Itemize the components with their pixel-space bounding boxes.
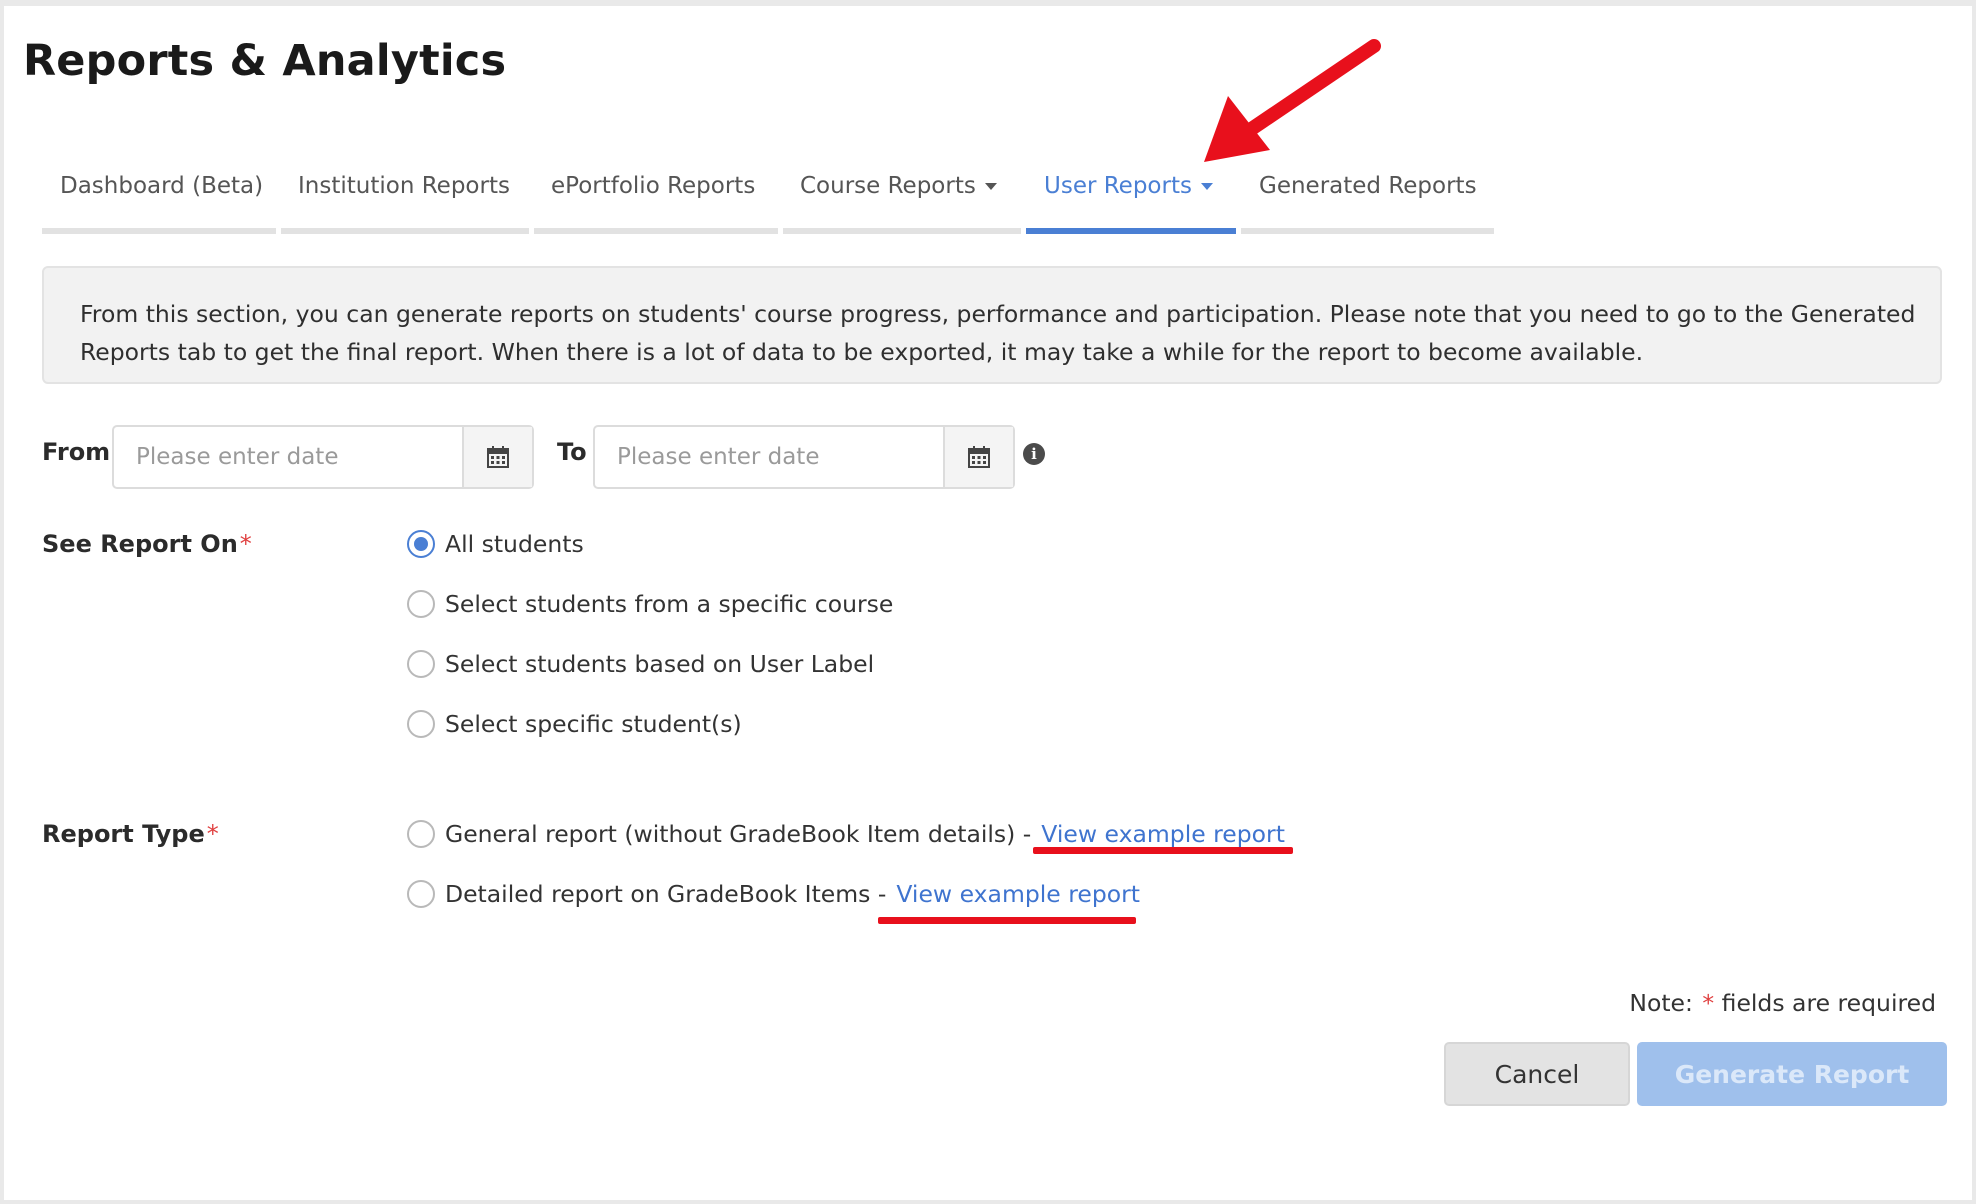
tab-label: ePortfolio Reports [551, 173, 756, 199]
radio-label: General report (without GradeBook Item d… [445, 820, 1032, 848]
required-mark: * [206, 820, 219, 848]
see-report-on-text: See Report On [42, 530, 238, 558]
tab-label-wrap: User Reports [1044, 173, 1213, 199]
radio-label: Select specific student(s) [445, 710, 742, 738]
annotation-arrow-icon [1204, 39, 1381, 162]
info-text-line-2: Reports tab to get the final report. Whe… [80, 338, 1644, 366]
required-mark: * [239, 530, 252, 558]
required-fields-note: Note: * fields are required [1629, 989, 1936, 1017]
from-date-input[interactable] [114, 427, 462, 487]
info-message: From this section, you can generate repo… [42, 266, 1942, 384]
annotation-underline [1033, 847, 1293, 854]
tab-label: Course Reports [800, 173, 976, 199]
radio-label: Select students from a specific course [445, 590, 894, 618]
tab-institution-reports[interactable]: Institution Reports [281, 156, 529, 234]
radio-user-label[interactable]: Select students based on User Label [407, 646, 874, 682]
cancel-button[interactable]: Cancel [1444, 1042, 1630, 1106]
to-date-group [593, 425, 1015, 489]
see-report-on-label: See Report On* [42, 530, 252, 558]
calendar-icon [487, 446, 509, 468]
from-label: From [42, 438, 111, 466]
radio-button[interactable] [407, 880, 435, 908]
radio-label: Select students based on User Label [445, 650, 875, 678]
tab-user-reports[interactable]: User Reports [1026, 156, 1236, 234]
from-calendar-button[interactable] [462, 427, 532, 487]
tab-label: Dashboard (Beta) [60, 173, 264, 199]
tab-label: User Reports [1044, 173, 1192, 199]
page-frame: Reports & Analytics Dashboard (Beta) Ins… [4, 6, 1972, 1200]
radio-button-checked[interactable] [407, 530, 435, 558]
caret-down-icon [1200, 183, 1213, 190]
info-icon[interactable]: i [1023, 443, 1045, 465]
note-prefix: Note: [1629, 989, 1693, 1017]
generate-report-button[interactable]: Generate Report [1637, 1042, 1947, 1106]
radio-specific-students[interactable]: Select specific student(s) [407, 706, 742, 742]
view-example-report-link[interactable]: View example report [1041, 820, 1285, 848]
note-suffix: fields are required [1721, 989, 1936, 1017]
required-mark: * [1702, 989, 1715, 1017]
radio-label: Detailed report on GradeBook Items - [445, 880, 887, 908]
radio-specific-course[interactable]: Select students from a specific course [407, 586, 893, 622]
annotation-underline [878, 917, 1136, 924]
radio-button[interactable] [407, 650, 435, 678]
to-date-input[interactable] [595, 427, 943, 487]
tab-course-reports[interactable]: Course Reports [783, 156, 1021, 234]
info-text-line-1: From this section, you can generate repo… [80, 300, 1916, 328]
report-type-text: Report Type [42, 820, 205, 848]
report-type-label: Report Type* [42, 820, 219, 848]
caret-down-icon [984, 183, 997, 190]
radio-detailed-report[interactable]: Detailed report on GradeBook Items - Vie… [407, 876, 1140, 912]
tab-eportfolio-reports[interactable]: ePortfolio Reports [534, 156, 778, 234]
to-label: To [557, 438, 587, 466]
radio-button[interactable] [407, 710, 435, 738]
tab-dashboard-beta[interactable]: Dashboard (Beta) [42, 156, 276, 234]
tab-label-wrap: Course Reports [800, 173, 997, 199]
tab-label: Generated Reports [1259, 173, 1477, 199]
tab-generated-reports[interactable]: Generated Reports [1241, 156, 1494, 234]
tab-label: Institution Reports [298, 173, 510, 199]
page-title: Reports & Analytics [23, 36, 507, 86]
radio-button[interactable] [407, 590, 435, 618]
to-calendar-button[interactable] [943, 427, 1013, 487]
radio-button[interactable] [407, 820, 435, 848]
view-example-report-link[interactable]: View example report [896, 880, 1140, 908]
radio-all-students[interactable]: All students [407, 526, 584, 562]
from-date-group [112, 425, 534, 489]
calendar-icon [968, 446, 990, 468]
radio-label: All students [445, 530, 584, 558]
